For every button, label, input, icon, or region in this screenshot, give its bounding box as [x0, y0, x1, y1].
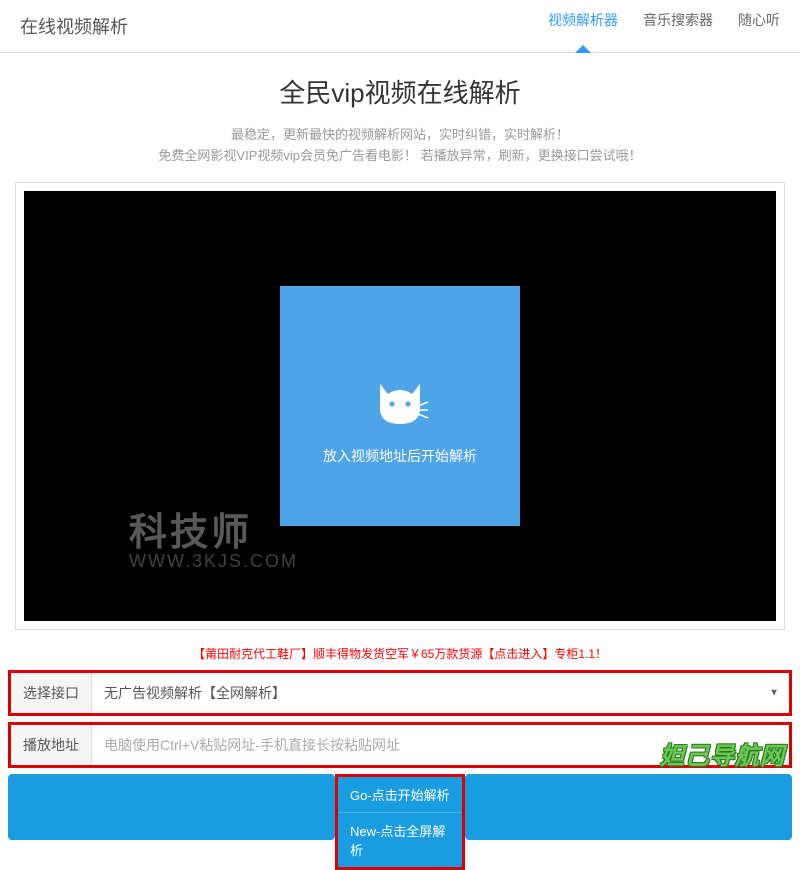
interface-label: 选择接口: [11, 673, 92, 713]
nav: 视频解析器 音乐搜索器 随心听: [548, 10, 780, 42]
video-placeholder: 放入视频地址后开始解析: [280, 286, 520, 526]
logo: 在线视频解析: [20, 13, 128, 39]
subtitle-line1: 最稳定，更新最快的视频解析网站，实时纠错，实时解析！: [0, 125, 800, 146]
interface-select[interactable]: 无广告视频解析【全网解析】: [92, 673, 789, 713]
video-area[interactable]: 放入视频地址后开始解析 科技师 WWW.3KJS.COM: [24, 191, 776, 621]
nav-music-search[interactable]: 音乐搜索器: [643, 10, 713, 42]
page-title: 全民vip视频在线解析: [0, 73, 800, 110]
new-button[interactable]: New-点击全屏解析: [338, 813, 462, 867]
button-right-pad[interactable]: [465, 774, 792, 840]
watermark-main: 科技师: [129, 501, 252, 556]
placeholder-text: 放入视频地址后开始解析: [323, 446, 477, 466]
go-button[interactable]: Go-点击开始解析: [338, 777, 462, 813]
watermark-url: WWW.3KJS.COM: [129, 551, 298, 572]
url-row: 播放地址: [8, 722, 792, 768]
button-center: Go-点击开始解析 New-点击全屏解析: [335, 774, 465, 870]
button-row: Go-点击开始解析 New-点击全屏解析: [0, 774, 800, 870]
nav-video-parser[interactable]: 视频解析器: [548, 10, 618, 42]
url-input[interactable]: [92, 725, 789, 765]
cat-icon: [370, 376, 430, 431]
video-container: 放入视频地址后开始解析 科技师 WWW.3KJS.COM: [15, 182, 785, 630]
subtitle: 最稳定，更新最快的视频解析网站，实时纠错，实时解析！ 免费全网影视VIP视频vi…: [0, 125, 800, 167]
promo-link[interactable]: 【莆田耐克代工鞋厂】顺丰得物发货空军￥65万款货源【点击进入】专柜1.1！: [0, 645, 800, 662]
nav-listen[interactable]: 随心听: [738, 10, 780, 42]
interface-row: 选择接口 无广告视频解析【全网解析】 ▼: [8, 670, 792, 716]
url-label: 播放地址: [11, 725, 92, 765]
header: 在线视频解析 视频解析器 音乐搜索器 随心听: [0, 0, 800, 53]
button-left-pad[interactable]: [8, 774, 335, 840]
subtitle-line2: 免费全网影视VIP视频vip会员免广告看电影！ 若播放异常，刷新，更换接口尝试哦…: [0, 146, 800, 167]
form-section: 选择接口 无广告视频解析【全网解析】 ▼ 播放地址: [0, 670, 800, 768]
